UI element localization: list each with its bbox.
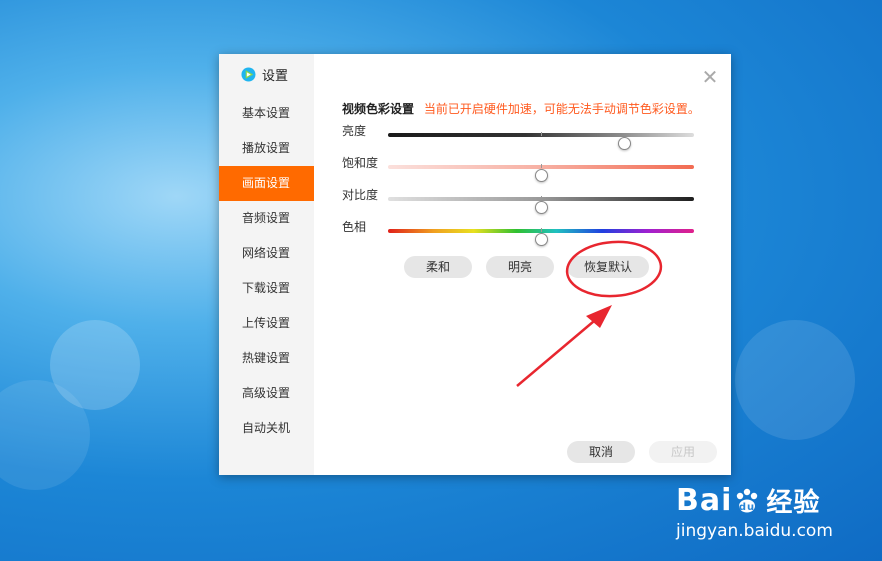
contrast-slider-handle[interactable] <box>535 201 548 214</box>
sidebar-item-8[interactable]: 高级设置 <box>219 376 314 411</box>
sidebar-item-3[interactable]: 音频设置 <box>219 201 314 236</box>
contrast-label: 对比度 <box>342 188 379 202</box>
bright-preset-button[interactable]: 明亮 <box>486 256 554 278</box>
watermark-url: jingyan.baidu.com <box>676 521 833 541</box>
sidebar-item-4[interactable]: 网络设置 <box>219 236 314 271</box>
sidebar-item-9[interactable]: 自动关机 <box>219 411 314 446</box>
section-title: 视频色彩设置 <box>342 102 415 116</box>
hardware-accel-warning: 当前已开启硬件加速，可能无法手动调节色彩设置。 <box>423 102 700 116</box>
background-bokeh <box>735 320 855 440</box>
saturation-slider[interactable] <box>388 164 694 182</box>
sidebar-item-5[interactable]: 下载设置 <box>219 271 314 306</box>
section-header: 视频色彩设置 当前已开启硬件加速，可能无法手动调节色彩设置。 <box>342 100 700 117</box>
hue-slider-handle[interactable] <box>535 233 548 246</box>
paw-icon: du <box>737 488 758 513</box>
settings-dialog: 设置 基本设置 播放设置 画面设置 音频设置 网络设置 下载设置 上传设置 热键设置 高级设置自… <box>219 54 731 475</box>
brightness-slider-handle[interactable] <box>617 137 631 150</box>
slider-center-tick <box>541 228 542 232</box>
baidu-jingyan-logo: Bai du 经验 <box>676 482 833 519</box>
settings-nav: 基本设置 播放设置 画面设置 音频设置 网络设置 下载设置 上传设置 热键设置 高级设置 自动关机 <box>219 96 314 446</box>
settings-content: 视频色彩设置 当前已开启硬件加速，可能无法手动调节色彩设置。 亮度 饱和度 对比… <box>314 54 731 475</box>
dialog-title: 设置 <box>262 68 289 84</box>
app-logo-icon <box>241 66 256 82</box>
sidebar-item-2[interactable]: 画面设置 <box>219 166 314 201</box>
saturation-label: 饱和度 <box>342 156 379 170</box>
contrast-slider[interactable] <box>388 196 694 214</box>
reset-default-button[interactable]: 恢复默认 <box>567 256 649 278</box>
sidebar-item-7[interactable]: 热键设置 <box>219 341 314 376</box>
hue-label: 色相 <box>342 220 367 234</box>
watermark-logo-suffix: 经验 <box>766 488 821 518</box>
watermark-logo-text: Bai <box>676 483 733 518</box>
dialog-brand: 设置 <box>241 64 288 84</box>
brightness-label: 亮度 <box>342 124 367 138</box>
soft-preset-button[interactable]: 柔和 <box>404 256 472 278</box>
saturation-slider-handle[interactable] <box>535 169 548 182</box>
cancel-button[interactable]: 取消 <box>567 441 635 463</box>
contrast-row: 对比度 <box>342 188 697 214</box>
saturation-row: 饱和度 <box>342 156 697 182</box>
baidu-watermark: Bai du 经验 jingyan.baidu.com <box>676 482 833 541</box>
svg-text:du: du <box>739 502 755 513</box>
hue-slider[interactable] <box>388 228 694 246</box>
apply-button: 应用 <box>649 441 717 463</box>
sidebar-item-1[interactable]: 播放设置 <box>219 131 314 166</box>
brightness-row: 亮度 <box>342 124 697 150</box>
settings-sidebar: 设置 基本设置 播放设置 画面设置 音频设置 网络设置 下载设置 上传设置 热键设置 高级设置自… <box>219 54 314 475</box>
sidebar-item-0[interactable]: 基本设置 <box>219 96 314 131</box>
hue-row: 色相 <box>342 220 697 246</box>
slider-center-tick <box>541 196 542 200</box>
brightness-slider[interactable] <box>388 132 694 150</box>
slider-center-tick <box>541 164 542 168</box>
sidebar-item-6[interactable]: 上传设置 <box>219 306 314 341</box>
slider-center-tick <box>541 132 542 136</box>
